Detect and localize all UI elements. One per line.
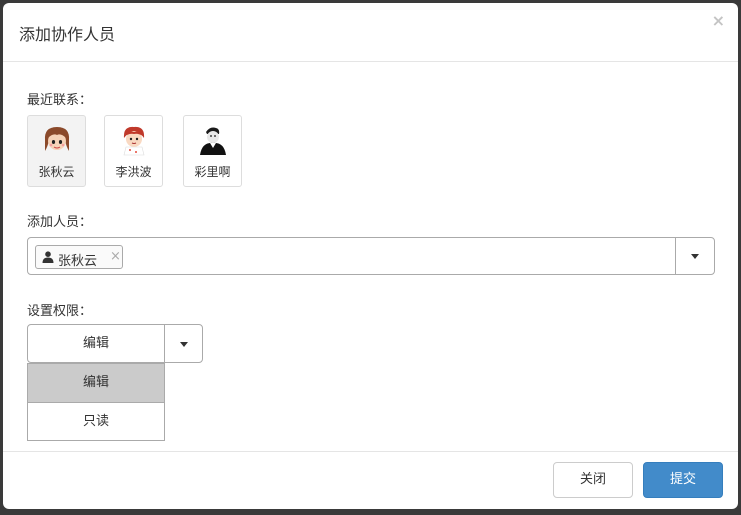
permission-current-button[interactable]: 编辑 — [27, 324, 165, 363]
user-icon — [42, 251, 54, 263]
remove-chip-icon[interactable]: × — [110, 249, 121, 264]
permission-label: 设置权限： — [27, 304, 93, 319]
permission-menu: 编辑 只读 — [27, 363, 165, 441]
submit-button[interactable]: 提交 — [643, 462, 723, 498]
recent-contact-cai[interactable]: 彩里啊 — [183, 115, 242, 187]
dialog-footer: 关闭 提交 — [3, 451, 738, 509]
recent-contacts-label: 最近联系： — [27, 93, 93, 108]
contact-name: 李洪波 — [115, 165, 152, 179]
permission-option-readonly[interactable]: 只读 — [28, 403, 164, 441]
dialog-title: 添加协作人员 — [19, 25, 116, 44]
dialog-header: 添加协作人员 × — [3, 3, 738, 62]
permission-select: 编辑 — [27, 324, 203, 363]
contact-name: 彩里啊 — [194, 165, 231, 179]
close-button[interactable]: 关闭 — [553, 462, 633, 498]
contact-name: 张秋云 — [38, 165, 75, 179]
selected-person-chip: 张秋云 × — [35, 245, 123, 269]
girl-avatar-icon — [42, 124, 72, 156]
dark-avatar-icon — [198, 124, 228, 156]
caret-down-icon — [691, 254, 699, 259]
permission-dropdown-toggle[interactable] — [164, 324, 203, 363]
add-people-dropdown-toggle[interactable] — [675, 238, 714, 274]
recent-contact-li[interactable]: 李洪波 — [104, 115, 163, 187]
add-collaborator-dialog: 添加协作人员 × 最近联系： 张秋云 李洪波 彩里啊 添加人员： 张秋云 × 设… — [3, 3, 738, 509]
add-people-label: 添加人员： — [27, 215, 93, 230]
chip-label: 张秋云 — [58, 254, 98, 269]
add-people-select[interactable]: 张秋云 × — [27, 237, 715, 275]
close-icon[interactable]: × — [712, 13, 725, 29]
recent-contact-zhang[interactable]: 张秋云 — [27, 115, 86, 187]
redhead-avatar-icon — [119, 124, 149, 156]
caret-down-icon — [179, 341, 188, 347]
permission-option-edit[interactable]: 编辑 — [28, 364, 164, 403]
